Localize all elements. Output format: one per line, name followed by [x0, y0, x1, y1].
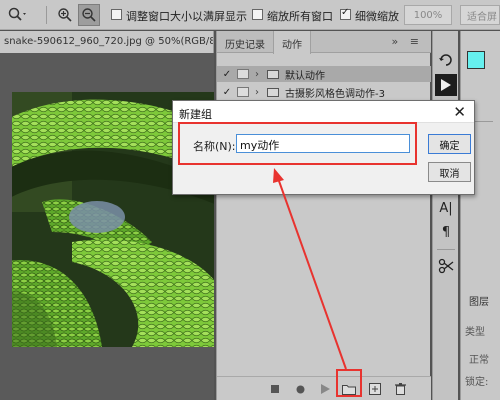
annotation-arrow [273, 168, 347, 370]
